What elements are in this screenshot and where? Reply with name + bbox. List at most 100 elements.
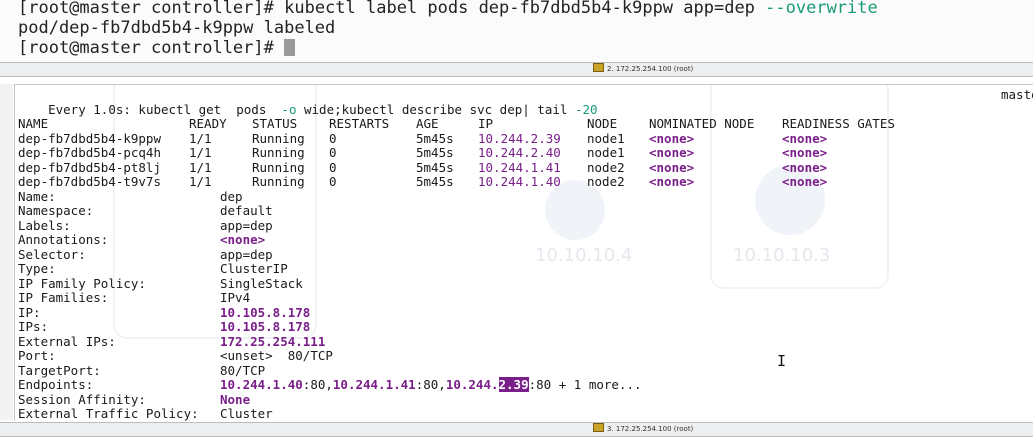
svc-field-ip-families: IP Families: IPv4 — [18, 290, 718, 306]
pod-age: 5m45s — [416, 130, 454, 146]
pod-name: dep-fb7dbd5b4-pcq4h — [18, 145, 161, 160]
field-key: IP: — [18, 304, 41, 320]
shell-prompt: [root@master controller]# — [18, 38, 285, 58]
session-tab[interactable]: 3. 172.25.254.100 (root) — [593, 423, 693, 436]
watch-command-flag: -o — [281, 101, 297, 117]
watch-command: wide;kubectl describe svc dep| tail — [296, 101, 575, 117]
svc-field-external-ips: External IPs: 172.25.254.111 — [18, 333, 718, 350]
pod-ip: 10.244.1.40 — [478, 174, 561, 189]
column-header: NOMINATED NODE — [649, 116, 755, 131]
field-key: Annotations: — [18, 232, 109, 247]
field-key: Namespace: — [18, 203, 94, 218]
field-value: ClusterIP — [220, 261, 288, 276]
session-tab[interactable]: 2. 172.25.254.100 (root) — [593, 63, 693, 76]
field-key: Type: — [18, 261, 56, 276]
field-value: 10.244.1.40:80,10.244.1.41:80,10.244.2.3… — [220, 377, 642, 393]
pod-ip: 10.244.1.41 — [478, 159, 561, 175]
field-key: External Traffic Policy: — [18, 406, 199, 421]
watch-interval: Every 1.0s: — [48, 101, 139, 117]
column-header: RESTARTS — [329, 116, 390, 131]
pod-age: 5m45s — [416, 159, 454, 175]
pod-node: node2 — [587, 159, 625, 175]
column-header: AGE — [416, 116, 439, 131]
svc-field-external-traffic-policy: External Traffic Policy: Cluster — [18, 406, 718, 421]
table-header: NAME READY STATUS RESTARTS AGE IP NODE N… — [18, 116, 1033, 132]
pod-node: node1 — [587, 130, 625, 146]
svc-field-annotations: Annotations: <none> — [18, 232, 718, 248]
table-row[interactable]: dep-fb7dbd5b4-pt8lj 1/1 Running 0 5m45s … — [18, 159, 1033, 176]
svc-field-labels: Labels: app=dep — [18, 217, 718, 234]
field-key: Selector: — [18, 246, 86, 262]
terminal-tab-icon — [593, 423, 604, 432]
terminal-tab-icon — [593, 63, 604, 72]
endpoint-ip: 10.244.1.40 — [220, 377, 303, 392]
endpoint-port: :80, — [302, 377, 333, 392]
pod-node: node2 — [587, 174, 625, 189]
pod-ip: 10.244.2.40 — [478, 145, 561, 160]
watch-hostname: maste — [1001, 87, 1033, 102]
svc-field-endpoints: Endpoints: 10.244.1.40:80,10.244.1.41:80… — [18, 377, 818, 393]
field-key: Port: — [18, 348, 56, 363]
terminal-pane-top[interactable]: [root@master controller]# kubectl label … — [0, 0, 1033, 62]
field-value: Cluster — [220, 406, 273, 421]
pod-name: dep-fb7dbd5b4-pt8lj — [18, 159, 161, 175]
command-text: kubectl label pods dep-fb7dbd5b4-k9ppw a… — [284, 0, 766, 18]
column-header: NODE — [587, 116, 618, 131]
pod-nominated-node: <none> — [649, 174, 695, 189]
field-value: app=dep — [220, 246, 273, 262]
svc-field-ip: IP: 10.105.8.178 — [18, 304, 718, 321]
field-value: 172.25.254.111 — [220, 333, 326, 349]
pod-ready: 1/1 — [189, 130, 212, 146]
svc-field-type: Type: ClusterIP — [18, 261, 718, 277]
pod-name: dep-fb7dbd5b4-t9v7s — [18, 174, 161, 189]
pane-gutter — [0, 84, 13, 420]
session-tab-bar[interactable]: 3. 172.25.254.100 (root) — [0, 422, 1033, 437]
pod-readiness-gates: <none> — [782, 174, 828, 189]
pod-restarts: 0 — [329, 159, 337, 175]
pod-status: Running — [252, 159, 305, 175]
svc-field-ips: IPs: 10.105.8.178 — [18, 319, 718, 335]
field-key: IP Families: — [18, 290, 109, 305]
endpoint-ip-changed: 2.39 — [498, 377, 529, 392]
pod-status: Running — [252, 130, 305, 146]
pod-status: Running — [252, 174, 305, 189]
field-value: 80/TCP — [220, 362, 266, 378]
pod-readiness-gates: <none> — [782, 159, 828, 175]
table-row[interactable]: dep-fb7dbd5b4-t9v7s 1/1 Running 0 5m45s … — [18, 174, 1033, 190]
field-value: 10.105.8.178 — [220, 304, 311, 320]
table-row[interactable]: dep-fb7dbd5b4-pcq4h 1/1 Running 0 5m45s … — [18, 145, 1033, 161]
pod-ready: 1/1 — [189, 159, 212, 175]
field-key: Labels: — [18, 217, 71, 233]
session-tab-label: 3. 172.25.254.100 (root) — [607, 425, 694, 433]
terminal-line: [root@master controller]# — [18, 38, 296, 58]
table-row[interactable]: dep-fb7dbd5b4-k9ppw 1/1 Running 0 5m45s … — [18, 130, 1033, 147]
pod-readiness-gates: <none> — [782, 130, 828, 146]
field-key: Name: — [18, 188, 56, 204]
svc-field-ip-family-policy: IP Family Policy: SingleStack — [18, 275, 718, 292]
watermark-text: 10.10.10.3 — [733, 245, 831, 266]
pod-age: 5m45s — [416, 174, 454, 189]
pod-nominated-node: <none> — [649, 130, 695, 146]
endpoint-ip: 10.244. — [445, 377, 499, 392]
field-key: Session Affinity: — [18, 391, 146, 407]
svc-field-namespace: Namespace: default — [18, 203, 718, 219]
field-value: dep — [220, 188, 243, 204]
field-key: External IPs: — [18, 333, 116, 349]
pod-name: dep-fb7dbd5b4-k9ppw — [18, 130, 161, 146]
text-cursor — [284, 39, 296, 56]
field-key: TargetPort: — [18, 362, 101, 378]
field-value: SingleStack — [220, 275, 303, 291]
column-header: READINESS GATES — [782, 116, 895, 131]
field-key: IP Family Policy: — [18, 275, 146, 291]
i-beam-cursor-icon: I — [777, 352, 787, 370]
field-value: app=dep — [220, 217, 273, 233]
endpoint-port: :80, — [415, 377, 446, 392]
watch-header: Every 1.0s: kubectl get pods -o wide;kub… — [18, 87, 1033, 116]
session-tab-bar[interactable]: 2. 172.25.254.100 (root) — [0, 62, 1033, 77]
field-value: IPv4 — [220, 290, 251, 305]
pod-restarts: 0 — [329, 145, 337, 160]
terminal-pane-watch[interactable]: 10.10.10.4 10.10.10.3 Every 1.0s: kubect… — [14, 84, 1033, 421]
pod-ready: 1/1 — [189, 145, 212, 160]
port-name: <unset> — [220, 348, 273, 363]
pod-age: 5m45s — [416, 145, 454, 160]
